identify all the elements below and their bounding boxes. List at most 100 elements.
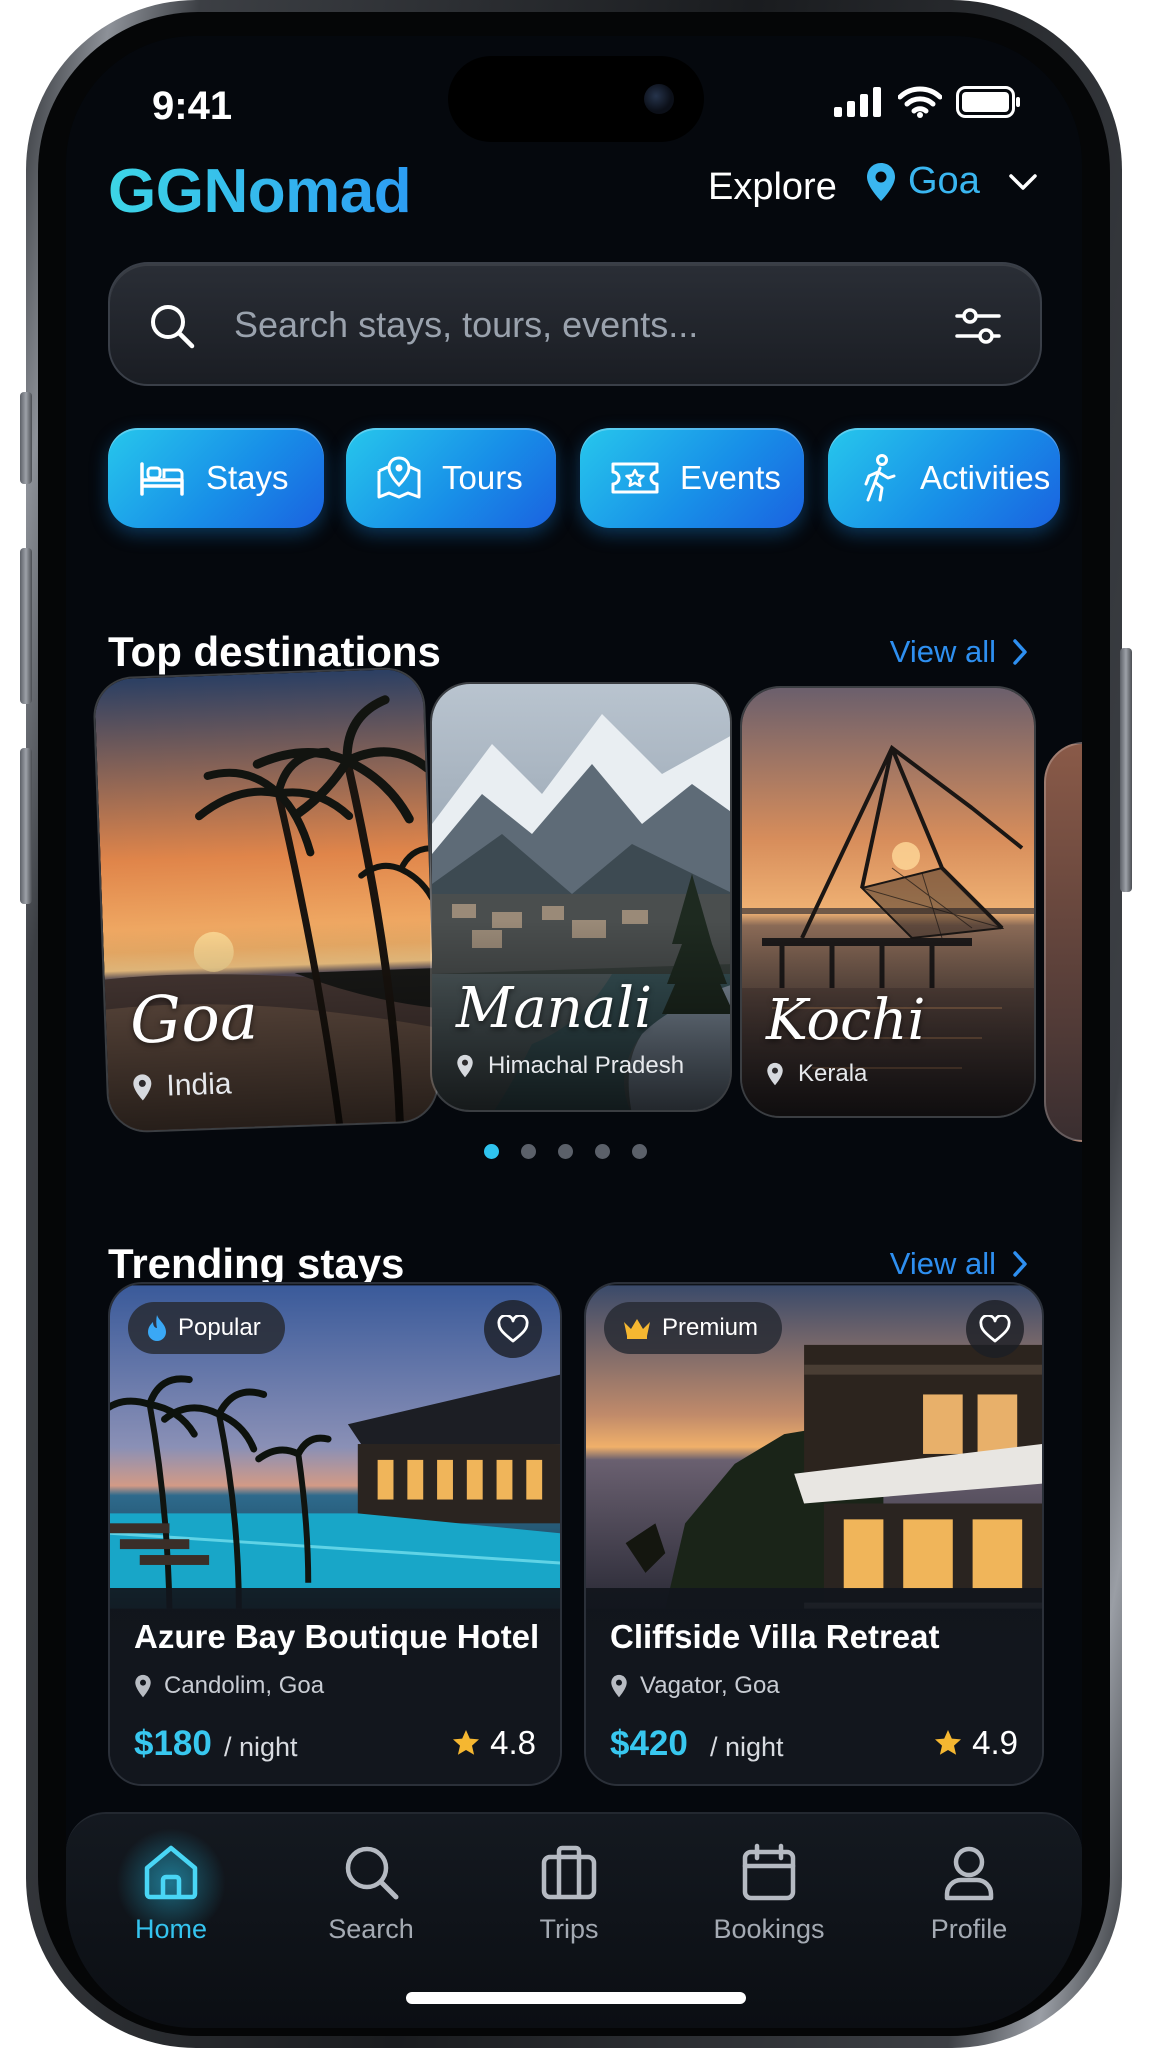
stay-info-panel: Cliffside Villa Retreat Vagator, Goa $42…: [586, 1588, 1042, 1784]
hiking-icon: [864, 454, 896, 502]
nav-label: Profile: [930, 1914, 1008, 1944]
view-all-label: View all: [889, 1246, 996, 1281]
power-button: [1120, 648, 1132, 892]
stay-info-panel: Azure Bay Boutique Hotel Candolim, Goa $…: [110, 1588, 560, 1784]
stay-card-cliffside-villa[interactable]: Premium Cliffside Villa Retreat Vagator,…: [584, 1282, 1044, 1786]
carousel-dot[interactable]: [632, 1144, 647, 1159]
app-logo[interactable]: GGNomad: [108, 156, 412, 227]
stay-location-label: Vagator, Goa: [640, 1672, 780, 1699]
nav-label: Bookings: [713, 1914, 825, 1944]
heart-icon: [497, 1315, 529, 1343]
filter-sliders-icon[interactable]: [954, 304, 1002, 348]
nav-label: Search: [328, 1914, 414, 1944]
chevron-right-icon: [1013, 1251, 1027, 1277]
user-icon: [944, 1846, 994, 1901]
destination-region: Kerala: [766, 1060, 867, 1088]
stay-card-azure-bay[interactable]: Popular Azure Bay Boutique Hotel Candoli…: [108, 1282, 562, 1786]
star-icon: [935, 1730, 962, 1755]
location-selector[interactable]: Goa: [866, 160, 1040, 203]
search-input[interactable]: [234, 304, 874, 346]
region-label: Kerala: [798, 1060, 868, 1087]
location-pin-icon: [135, 1674, 151, 1698]
view-all-label: View all: [889, 634, 996, 669]
action-button: [20, 392, 32, 484]
map-pin-icon: [377, 456, 421, 499]
nav-profile[interactable]: Profile: [894, 1842, 1044, 1945]
stay-price: $180: [134, 1724, 212, 1763]
destination-region: India: [132, 1067, 232, 1104]
home-indicator[interactable]: [406, 1992, 746, 2004]
nav-bookings[interactable]: Bookings: [694, 1842, 844, 1945]
view-all-stays-link[interactable]: View all: [890, 1246, 1028, 1282]
favorite-button[interactable]: [484, 1300, 542, 1358]
star-icon: [453, 1730, 480, 1755]
manali-mountains-image: [432, 684, 730, 1110]
location-label: Goa: [908, 160, 980, 202]
screen: 9:41 GGNomad Explore Goa Search stays, t…: [66, 36, 1082, 2028]
location-pin-icon: [767, 1062, 783, 1086]
calendar-icon: [742, 1843, 796, 1901]
stay-rating: 4.8: [452, 1724, 536, 1762]
region-label: India: [165, 1067, 233, 1103]
stay-title: Azure Bay Boutique Hotel: [134, 1618, 540, 1655]
wifi-icon: [898, 86, 942, 118]
destination-name: Manali: [456, 976, 652, 1041]
popular-badge: Popular: [128, 1302, 285, 1354]
destination-card-next[interactable]: [1044, 742, 1082, 1142]
destination-card-kochi[interactable]: Kochi Kerala: [740, 686, 1036, 1118]
nav-trips[interactable]: Trips: [494, 1842, 644, 1945]
favorite-button[interactable]: [966, 1300, 1024, 1358]
crown-icon: [624, 1319, 650, 1339]
location-pin-icon: [867, 162, 895, 201]
location-pin-icon: [611, 1674, 627, 1698]
search-icon: [151, 305, 195, 349]
carousel-dot-active[interactable]: [484, 1144, 499, 1159]
kochi-fishing-nets-image: [742, 688, 1034, 1116]
explore-link[interactable]: Explore: [708, 166, 837, 209]
badge-label: Premium: [662, 1314, 759, 1341]
carousel-dot[interactable]: [595, 1144, 610, 1159]
stay-title: Cliffside Villa Retreat: [610, 1618, 940, 1655]
battery-icon: [956, 86, 1020, 118]
home-icon: [144, 1845, 198, 1900]
category-label: Events: [680, 459, 781, 496]
category-tours[interactable]: Tours: [346, 428, 556, 528]
destination-card-manali[interactable]: Manali Himachal Pradesh: [430, 682, 732, 1112]
stay-price-unit: / night: [710, 1732, 784, 1762]
chevron-down-icon: [1009, 173, 1037, 190]
category-stays[interactable]: Stays: [108, 428, 324, 528]
category-events[interactable]: Events: [580, 428, 804, 528]
nav-search[interactable]: Search: [296, 1842, 446, 1945]
category-label: Tours: [442, 459, 523, 496]
search-icon: [345, 1846, 399, 1900]
dynamic-island: [448, 56, 704, 142]
category-activities[interactable]: Activities: [828, 428, 1060, 528]
status-time: 9:41: [152, 84, 233, 128]
goa-beach-image: [94, 668, 440, 1134]
stay-rating: 4.9: [934, 1724, 1018, 1762]
suitcase-icon: [541, 1845, 597, 1900]
destination-region: Himachal Pradesh: [456, 1052, 684, 1080]
carousel-dot[interactable]: [558, 1144, 573, 1159]
location-pin-icon: [457, 1054, 473, 1078]
badge-label: Popular: [178, 1314, 261, 1341]
carousel-dot[interactable]: [521, 1144, 536, 1159]
nav-home[interactable]: Home: [96, 1828, 246, 1945]
category-label: Activities: [920, 459, 1051, 496]
destination-card-goa[interactable]: Goa India: [92, 666, 440, 1134]
flame-icon: [148, 1315, 166, 1341]
stay-location: Candolim, Goa: [134, 1672, 324, 1700]
destination-name: Kochi: [766, 988, 926, 1053]
stay-price-unit: / night: [224, 1732, 298, 1762]
region-label: Himachal Pradesh: [488, 1052, 685, 1079]
view-all-destinations-link[interactable]: View all: [890, 634, 1028, 670]
rating-value: 4.9: [972, 1724, 1018, 1761]
camera-icon: [644, 84, 674, 114]
stay-price: $420: [610, 1724, 688, 1763]
premium-badge: Premium: [604, 1302, 783, 1354]
ticket-icon: [611, 462, 659, 494]
status-icons: [834, 86, 1022, 118]
rating-value: 4.8: [490, 1724, 536, 1761]
volume-down-button: [20, 748, 32, 904]
search-bar[interactable]: [108, 262, 1042, 386]
